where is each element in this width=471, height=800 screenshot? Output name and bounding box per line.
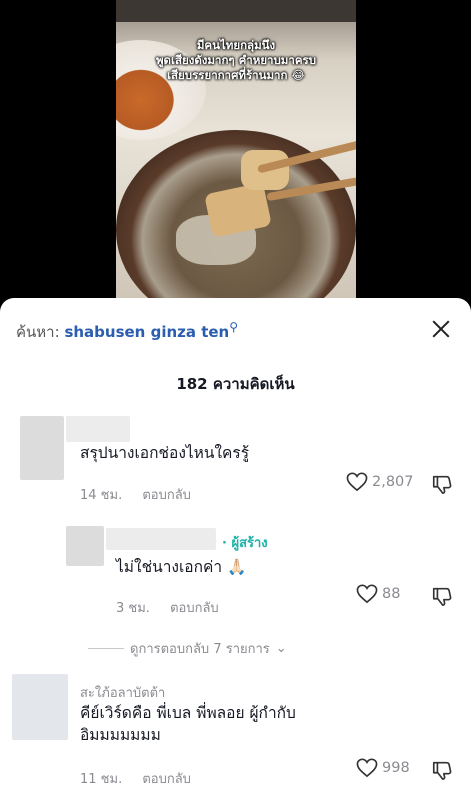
search-term[interactable]: shabusen ginza ten [64, 323, 229, 341]
heart-icon [356, 584, 378, 604]
comment-meta: 3 ชม. ตอบกลับ [116, 597, 219, 618]
like-button[interactable]: 998 [356, 758, 410, 778]
dislike-icon[interactable] [431, 585, 453, 607]
comment-text: สรุปนางเอกช่องไหนใครรู้ [80, 444, 250, 462]
username-redacted [106, 528, 216, 550]
search-suggestion[interactable]: ค้นหา: shabusen ginza ten⚲ [16, 320, 238, 344]
search-prefix: ค้นหา: [16, 323, 60, 341]
creator-badge: · ผู้สร้าง [222, 536, 268, 551]
like-button[interactable]: 2,807 [346, 472, 414, 492]
like-button[interactable]: 88 [356, 584, 400, 604]
avatar[interactable] [20, 416, 64, 480]
comment-count: 182 ความคิดเห็น [176, 375, 295, 393]
view-replies-button[interactable]: ดูการตอบกลับ 7 รายการ ⌄ [88, 638, 287, 659]
chevron-down-icon: ⌄ [275, 641, 287, 656]
like-count: 88 [382, 586, 401, 602]
comments-sheet: ค้นหา: shabusen ginza ten⚲ 182 ความคิดเห… [0, 298, 471, 800]
heart-icon [356, 758, 378, 778]
view-replies-label: ดูการตอบกลับ 7 รายการ [130, 642, 270, 657]
video-frame: มีคนไทยกลุ่มนึง พูดเสียงดังมากๆ คำหยาบมา… [116, 0, 356, 300]
reply-button[interactable]: ตอบกลับ [142, 488, 191, 503]
comment-time: 14 ชม. [80, 488, 123, 503]
dislike-icon[interactable] [431, 473, 453, 495]
comment-text: คีย์เวิร์ดคือ พี่เบล พี่พลอย ผู้กำกับ อิ… [80, 704, 296, 744]
comment-time: 11 ชม. [80, 772, 123, 787]
avatar[interactable] [12, 674, 68, 740]
avatar[interactable] [66, 526, 104, 566]
comment-text: ไม่ใช่นางเอกค่า 🙏🏻 [116, 558, 247, 576]
reply-button[interactable]: ตอบกลับ [170, 601, 219, 616]
dislike-icon[interactable] [431, 759, 453, 781]
close-icon[interactable] [430, 318, 452, 340]
comment-username[interactable]: สะใภ้อลาบัตต้า [80, 682, 165, 703]
like-count: 998 [382, 760, 410, 776]
username-redacted [66, 416, 130, 442]
video-caption: มีคนไทยกลุ่มนึง พูดเสียงดังมากๆ คำหยาบมา… [155, 38, 317, 82]
comment-meta: 14 ชม. ตอบกลับ [80, 484, 191, 505]
comment-meta: 11 ชม. ตอบกลับ [80, 768, 191, 789]
like-count: 2,807 [372, 474, 414, 490]
divider [88, 648, 124, 649]
video-player[interactable]: มีคนไทยกลุ่มนึง พูดเสียงดังมากๆ คำหยาบมา… [0, 0, 471, 300]
heart-icon [346, 472, 368, 492]
reply-button[interactable]: ตอบกลับ [142, 772, 191, 787]
search-icon: ⚲ [229, 320, 239, 334]
comment-time: 3 ชม. [116, 601, 150, 616]
